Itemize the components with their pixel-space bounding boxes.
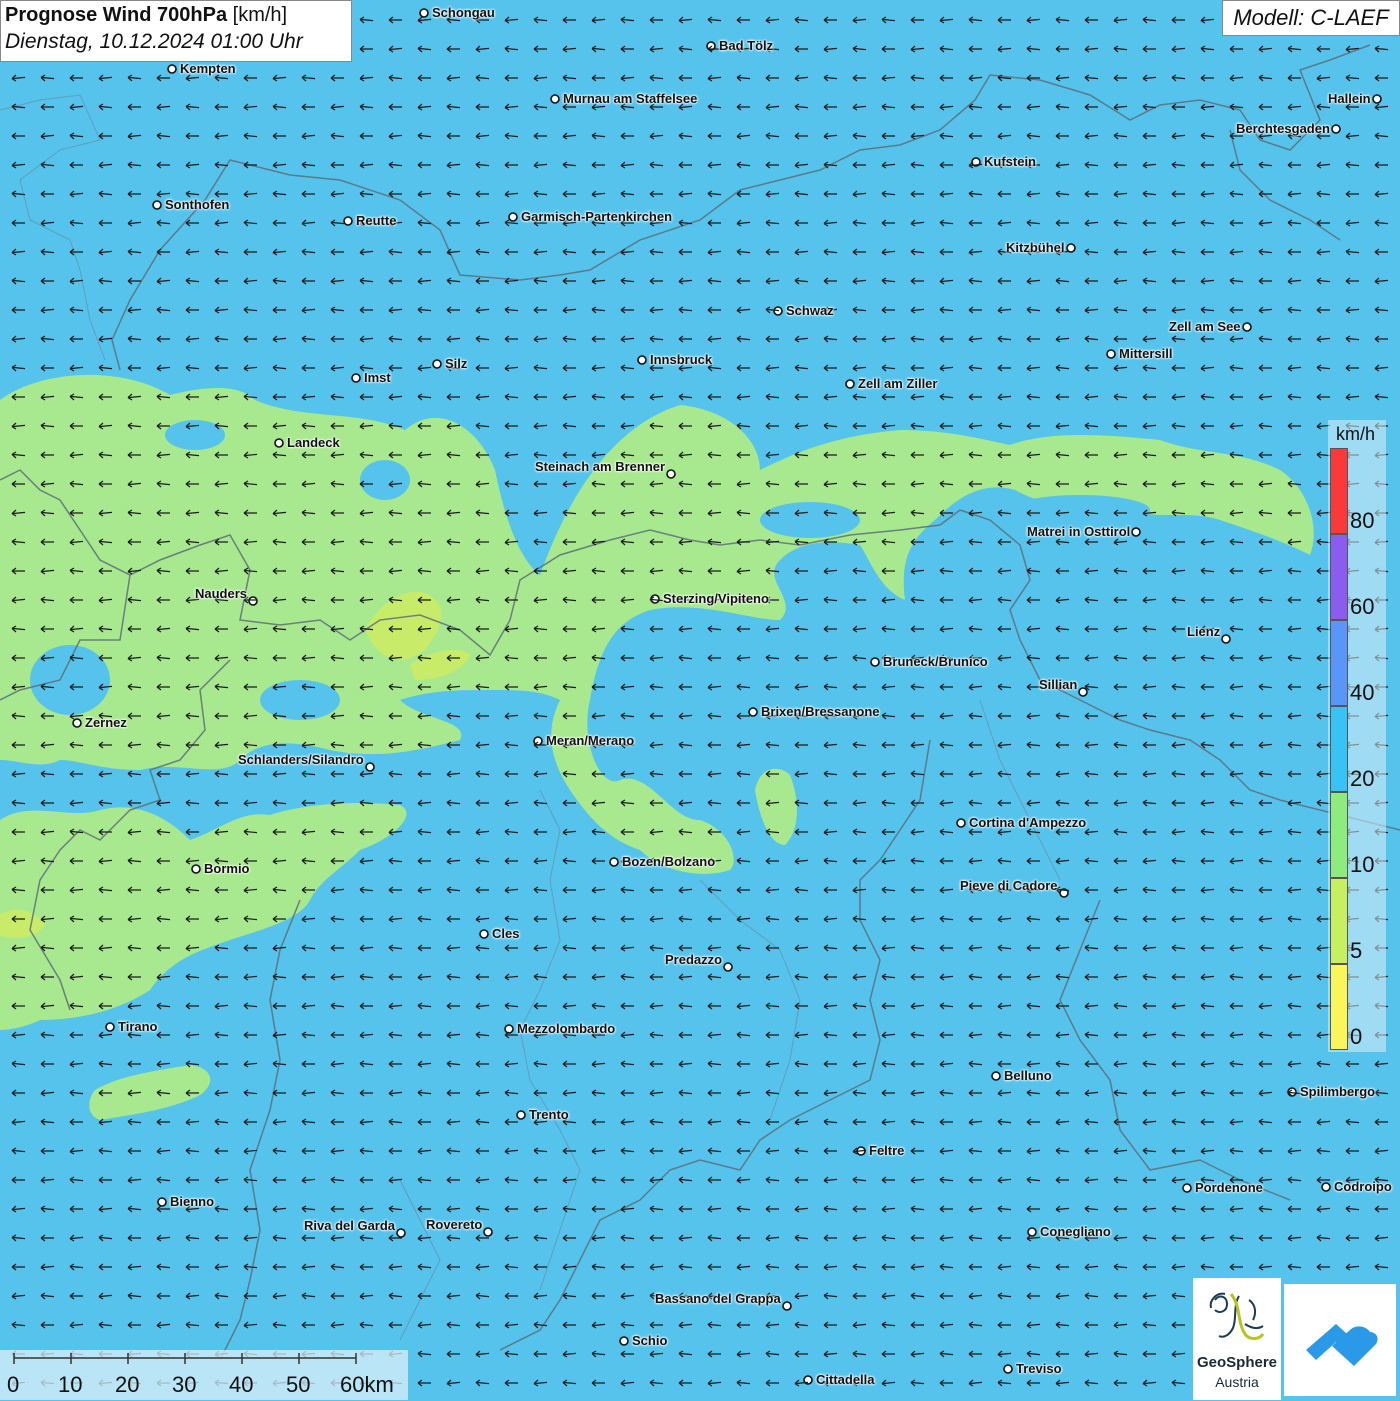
city-label: Zernez — [85, 715, 127, 730]
scale-label-60km: 60km — [340, 1372, 394, 1397]
city-label: Nauders — [195, 586, 248, 601]
city-label: Belluno — [1004, 1068, 1052, 1083]
scale-label-50: 50 — [286, 1372, 311, 1397]
legend-segment-20 — [1330, 706, 1348, 792]
city-label: Kempten — [180, 61, 236, 76]
title-main: Prognose Wind 700hPa — [5, 4, 228, 26]
city-label: Tirano — [118, 1019, 158, 1034]
city-label: Pieve di Cadore — [960, 878, 1058, 893]
legend-label-5: 5 — [1350, 938, 1363, 963]
city-label: Garmisch-Partenkirchen — [521, 209, 673, 224]
city-label: Schio — [632, 1333, 668, 1348]
legend-segment-5 — [1330, 878, 1348, 964]
city-label: Schwaz — [786, 303, 834, 318]
city-label: Reutte — [356, 213, 397, 228]
city-label: Rovereto — [426, 1217, 483, 1232]
city-label: Innsbruck — [650, 352, 713, 367]
city-label: Bassano del Grappa — [655, 1291, 781, 1306]
city-label: Bozen/Bolzano — [622, 854, 716, 869]
city-label: Meran/Merano — [546, 733, 635, 748]
city-label: Schongau — [432, 5, 495, 20]
city-label: Hallein — [1328, 91, 1371, 106]
geosphere-logo: GeoSphere Austria — [1193, 1278, 1281, 1400]
title-box: Prognose Wind 700hPa [km/h] Dienstag, 10… — [0, 0, 352, 62]
city-label: Feltre — [869, 1143, 905, 1158]
legend-segment-0 — [1330, 964, 1348, 1050]
forecast-date: Dienstag, 10.12.2024 01:00 Uhr — [5, 30, 303, 53]
city-label: Lienz — [1187, 624, 1221, 639]
city-label: Trento — [529, 1107, 569, 1122]
city-label: Brixen/Bressanone — [761, 704, 880, 719]
color-legend: km/h 80 60 40 20 10 5 0 — [1328, 420, 1386, 1052]
logo-text-geosphere: GeoSphere — [1196, 1354, 1278, 1371]
city-label: Pordenone — [1195, 1180, 1263, 1195]
city-label: Berchtesgaden — [1236, 121, 1330, 136]
map-title: Prognose Wind 700hPa [km/h] — [5, 4, 347, 27]
scale-label-40: 40 — [229, 1372, 254, 1397]
city-label: Mezzolombardo — [517, 1021, 616, 1036]
city-label: Matrei in Osttirol — [1027, 524, 1131, 539]
city-label: Steinach am Brenner — [535, 459, 666, 474]
legend-label-10: 10 — [1350, 852, 1375, 877]
geosphere-emblem-icon — [1209, 1292, 1265, 1340]
city-label: Schlanders/Silandro — [238, 752, 364, 767]
scale-bar: 0 10 20 30 40 50 60km — [0, 1350, 408, 1400]
city-label: Sterzing/Vipiteno — [663, 591, 769, 606]
city-label: Bad Tölz — [719, 38, 774, 53]
legend-label-60: 60 — [1350, 594, 1375, 619]
scale-label-10: 10 — [58, 1372, 83, 1397]
city-label: Imst — [364, 370, 391, 385]
legend-label-80: 80 — [1350, 508, 1375, 533]
legend-label-20: 20 — [1350, 766, 1375, 791]
model-label: Modell: C-LAEF — [1222, 0, 1400, 36]
city-label: Bruneck/Brunico — [883, 654, 988, 669]
city-label: Zell am Ziller — [858, 376, 938, 391]
city-label: Kitzbühel — [1006, 240, 1065, 255]
city-label: Bormio — [204, 861, 250, 876]
legend-segment-80 — [1330, 448, 1348, 534]
logo-text-austria: Austria — [1215, 1374, 1259, 1390]
city-label: Bienno — [170, 1194, 215, 1209]
city-label: Cittadella — [816, 1372, 875, 1387]
city-label: Murnau am Staffelsee — [563, 91, 698, 106]
city-label: Landeck — [287, 435, 340, 450]
scale-label-20: 20 — [115, 1372, 140, 1397]
city-label: Predazzo — [665, 952, 723, 967]
city-label: Spilimbergo — [1300, 1084, 1376, 1099]
legend-label-40: 40 — [1350, 680, 1375, 705]
scale-label-30: 30 — [172, 1372, 197, 1397]
legend-segment-60 — [1330, 534, 1348, 620]
legend-segment-40 — [1330, 620, 1348, 706]
weather-app-icon — [1306, 1324, 1378, 1366]
legend-segment-10 — [1330, 792, 1348, 878]
city-label: Cles — [492, 926, 520, 941]
legend-label-0: 0 — [1350, 1024, 1363, 1049]
city-label: Riva del Garda — [304, 1218, 396, 1233]
legend-unit: km/h — [1336, 424, 1376, 444]
scale-ruler — [13, 1353, 357, 1364]
city-label: Kufstein — [984, 154, 1036, 169]
title-unit: [km/h] — [232, 4, 288, 26]
city-label: Zell am See — [1169, 319, 1241, 334]
city-label: Conegliano — [1040, 1224, 1111, 1239]
city-label: Treviso — [1016, 1361, 1062, 1376]
weather-app-logo — [1284, 1284, 1396, 1396]
city-label: Mittersill — [1119, 346, 1173, 361]
city-label: Sillian — [1039, 677, 1078, 692]
scale-label-0: 0 — [7, 1372, 20, 1397]
city-label: Silz — [445, 356, 468, 371]
city-label: Sonthofen — [165, 197, 230, 212]
city-label: Codroipo — [1334, 1179, 1392, 1194]
city-label: Cortina d'Ampezzo — [969, 815, 1087, 830]
